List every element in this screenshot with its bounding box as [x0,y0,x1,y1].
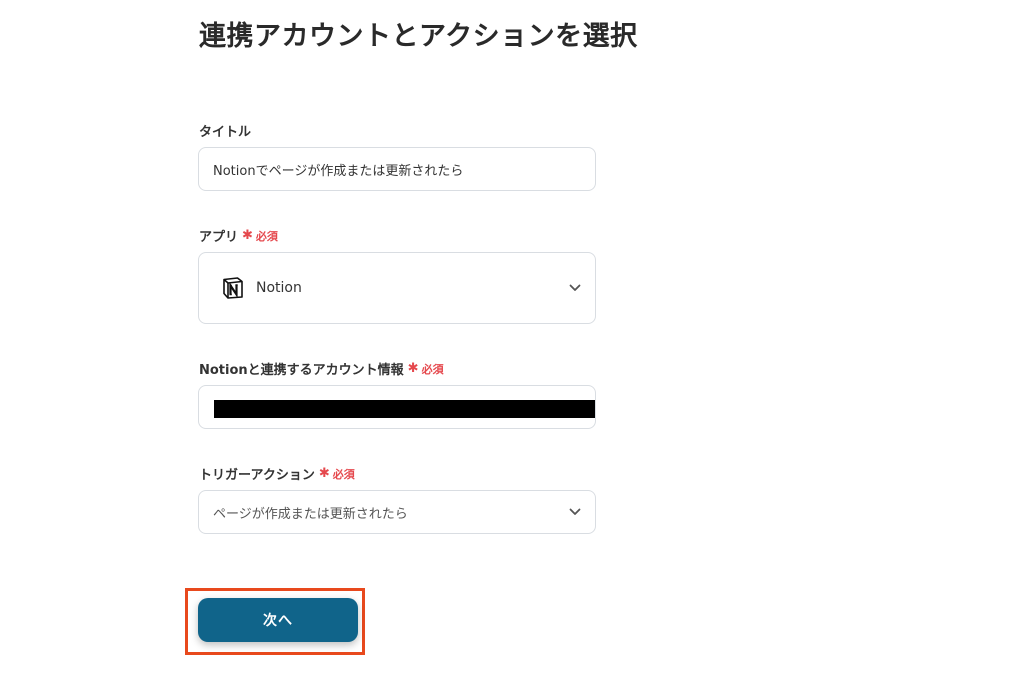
redacted-account-value [214,400,595,418]
title-field-label: タイトル [199,121,251,140]
title-field-label-text: タイトル [199,125,252,140]
app-field-label: アプリ ✱ 必須 [199,226,278,245]
required-badge: ✱ 必須 [319,466,355,482]
app-field-label-text: アプリ [199,230,239,245]
app-select[interactable]: Notion [198,252,596,324]
required-badge: ✱ 必須 [408,361,444,377]
chevron-down-icon[interactable] [569,284,581,292]
next-button[interactable]: 次へ [198,598,358,642]
account-field-label: Notionと連携するアカウント情報 ✱ 必須 [199,359,444,378]
title-input-value: Notionでページが作成または更新されたら [213,163,464,179]
required-star-icon: ✱ [407,361,419,376]
required-text: 必須 [421,362,444,376]
required-text: 必須 [332,467,355,481]
title-input[interactable]: Notionでページが作成または更新されたら [198,147,596,191]
trigger-field-label: トリガーアクション ✱ 必須 [199,464,355,483]
page: 連携アカウントとアクションを選択 タイトル Notionでページが作成または更新… [0,0,1018,686]
trigger-action-select[interactable]: ページが作成または更新されたら [198,490,596,534]
app-select-value: Notion [256,280,302,296]
required-star-icon: ✱ [318,466,330,481]
required-star-icon: ✱ [242,228,253,243]
notion-logo-icon [221,276,245,300]
page-title: 連携アカウントとアクションを選択 [199,21,638,52]
account-select[interactable] [198,385,596,429]
trigger-field-label-text: トリガーアクション [199,468,315,483]
required-badge: ✱ 必須 [242,228,278,244]
chevron-down-icon[interactable] [569,508,581,516]
trigger-action-value: ページが作成または更新されたら [213,506,408,522]
account-field-label-text: Notionと連携するアカウント情報 [199,363,404,378]
required-text: 必須 [255,229,278,243]
